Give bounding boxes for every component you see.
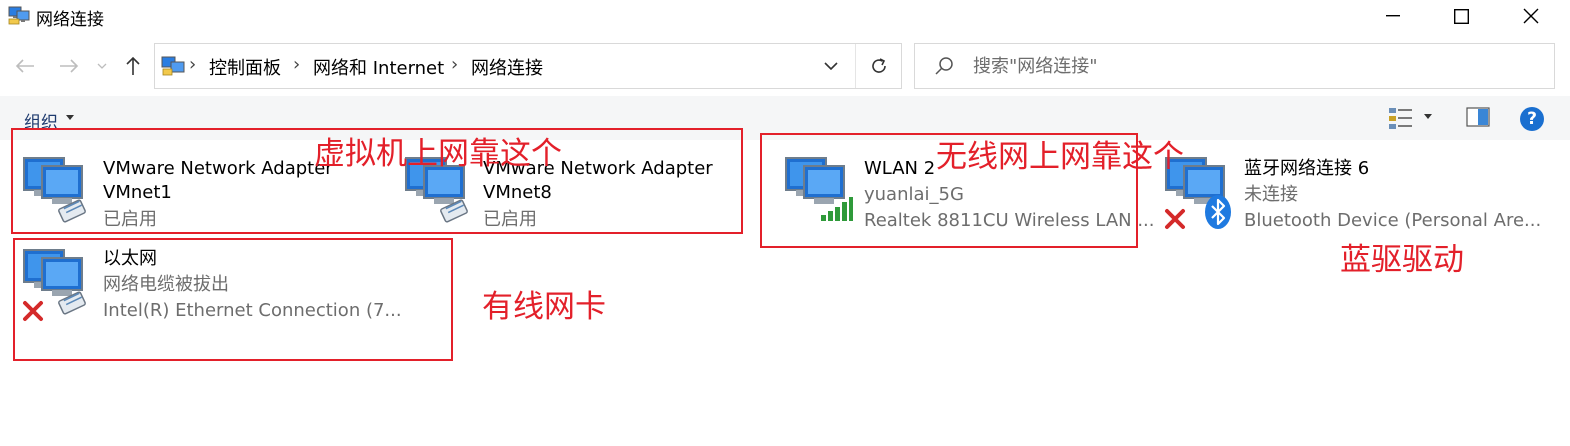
search-box[interactable] bbox=[914, 43, 1555, 89]
arrow-up-icon bbox=[126, 56, 140, 75]
item-name: 蓝牙网络连接 6 bbox=[1244, 158, 1370, 179]
bluetooth-annotation-label: 蓝驱驱动 bbox=[1340, 242, 1464, 278]
breadcrumb-network-internet[interactable]: 网络和 Internet bbox=[313, 54, 444, 80]
network-connections-window: 网络连接 › 控制面板 › 网络和 Internet › 网络连接 搜索"网络连… bbox=[0, 0, 1570, 446]
bluetooth-icon bbox=[1205, 195, 1231, 229]
back-button[interactable] bbox=[10, 52, 40, 80]
help-button[interactable]: ? bbox=[1520, 107, 1544, 131]
chevron-down-icon bbox=[97, 63, 107, 69]
disconnected-x-icon bbox=[1165, 209, 1185, 229]
breadcrumb-separator: › bbox=[189, 54, 197, 75]
breadcrumb-separator: › bbox=[451, 54, 459, 75]
preview-pane-icon[interactable] bbox=[1466, 107, 1490, 127]
change-view-button[interactable] bbox=[1388, 106, 1414, 130]
search-icon bbox=[935, 57, 953, 75]
forward-button[interactable] bbox=[54, 52, 84, 80]
divider bbox=[855, 44, 856, 88]
minimize-icon bbox=[1386, 15, 1400, 17]
address-bar[interactable]: › 控制面板 › 网络和 Internet › 网络连接 bbox=[154, 43, 902, 89]
network-connections-icon bbox=[8, 6, 30, 25]
window-title: 网络连接 bbox=[36, 10, 104, 30]
vm-annotation-label: 虚拟机上网靠这个 bbox=[314, 136, 562, 172]
up-button[interactable] bbox=[118, 52, 148, 80]
wired-annotation-label: 有线网卡 bbox=[482, 289, 606, 325]
arrow-right-icon bbox=[60, 59, 79, 73]
caret-down-icon bbox=[66, 115, 74, 120]
control-panel-icon bbox=[161, 56, 185, 76]
address-dropdown-button[interactable] bbox=[819, 54, 843, 78]
minimize-button[interactable] bbox=[1370, 0, 1416, 32]
recent-locations-button[interactable] bbox=[92, 52, 112, 80]
maximize-button[interactable] bbox=[1438, 0, 1484, 32]
arrow-left-icon bbox=[15, 59, 34, 73]
breadcrumb-control-panel[interactable]: 控制面板 bbox=[209, 54, 281, 80]
item-device: Bluetooth Device (Personal Are... bbox=[1244, 210, 1542, 231]
close-button[interactable] bbox=[1508, 0, 1554, 32]
breadcrumb-separator: › bbox=[293, 54, 301, 75]
breadcrumb-network-connections[interactable]: 网络连接 bbox=[471, 54, 543, 80]
maximize-icon bbox=[1453, 8, 1469, 24]
caret-down-icon[interactable] bbox=[1424, 114, 1432, 119]
search-input[interactable] bbox=[973, 53, 1533, 79]
refresh-icon bbox=[872, 58, 886, 73]
refresh-button[interactable] bbox=[861, 52, 897, 80]
close-icon bbox=[1523, 8, 1539, 24]
item-status: 未连接 bbox=[1244, 184, 1298, 205]
wired-annotation-box bbox=[13, 238, 453, 361]
wireless-annotation-label: 无线网上网靠这个 bbox=[936, 139, 1184, 175]
chevron-down-icon bbox=[824, 62, 838, 70]
title-bar: 网络连接 bbox=[0, 0, 1570, 32]
